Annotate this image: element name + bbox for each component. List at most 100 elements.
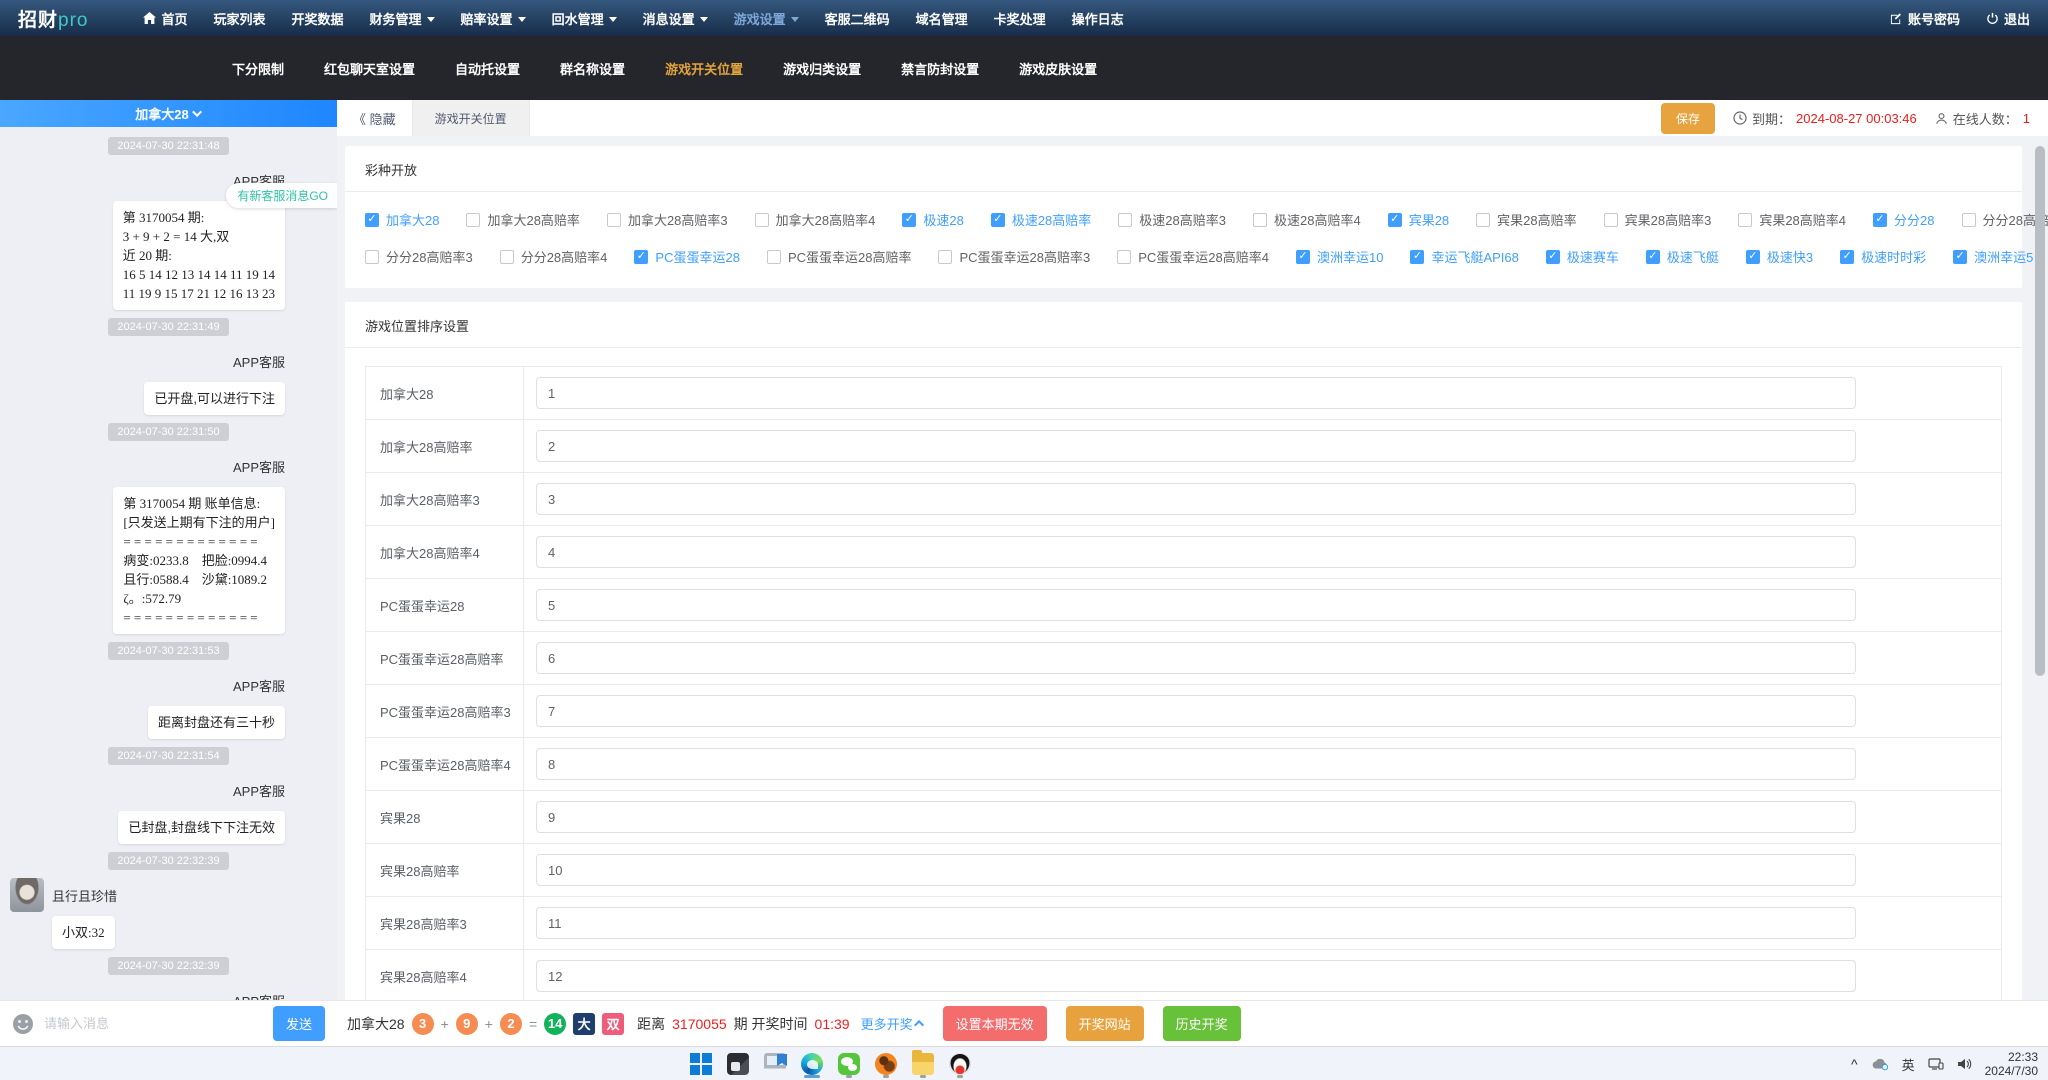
lottery-checkbox-加拿大28高赔率[interactable]: 加拿大28高赔率 <box>466 210 579 229</box>
lottery-checkbox-极速28高赔率[interactable]: ✓ 极速28高赔率 <box>991 210 1091 229</box>
sub-menu-item-游戏皮肤设置[interactable]: 游戏皮肤设置 <box>1019 59 1097 78</box>
sort-order-input[interactable] <box>536 377 1856 409</box>
lottery-checkbox-宾果28高赔率3[interactable]: 宾果28高赔率3 <box>1604 210 1712 229</box>
lottery-checkbox-澳洲幸运10[interactable]: ✓ 澳洲幸运10 <box>1296 247 1383 266</box>
send-button[interactable]: 发送 <box>273 1006 325 1041</box>
sort-order-input[interactable] <box>536 854 1856 886</box>
new-message-notice[interactable]: 有新客服消息GO <box>226 183 337 208</box>
onedrive-icon[interactable] <box>1871 1057 1889 1071</box>
taskbar-task-view[interactable] <box>725 1049 751 1079</box>
top-menu-item-卡奖处理[interactable]: 卡奖处理 <box>994 9 1046 28</box>
top-menu-item-操作日志[interactable]: 操作日志 <box>1072 9 1124 28</box>
sort-row-label: 加拿大28高赔率4 <box>366 526 524 578</box>
chevron-down-icon <box>791 17 799 22</box>
sort-order-input[interactable] <box>536 695 1856 727</box>
lottery-checkbox-宾果28高赔率4[interactable]: 宾果28高赔率4 <box>1738 210 1846 229</box>
sub-menu-item-游戏开关位置[interactable]: 游戏开关位置 <box>665 59 743 78</box>
lottery-checkbox-PC蛋蛋幸运28[interactable]: ✓ PC蛋蛋幸运28 <box>634 247 740 266</box>
lottery-checkbox-分分28高赔率4[interactable]: 分分28高赔率4 <box>500 247 608 266</box>
lottery-checkbox-澳洲幸运5[interactable]: ✓ 澳洲幸运5 <box>1953 247 2033 266</box>
checkbox-icon: ✓ <box>1546 250 1560 264</box>
lottery-checkbox-宾果28[interactable]: ✓ 宾果28 <box>1388 210 1449 229</box>
lottery-checkbox-极速快3[interactable]: ✓ 极速快3 <box>1746 247 1813 266</box>
tab-game-switch-position[interactable]: 游戏开关位置 <box>412 100 530 136</box>
edit-icon <box>1890 12 1903 25</box>
sort-order-input[interactable] <box>536 748 1856 780</box>
taskbar-browser[interactable] <box>873 1049 899 1079</box>
top-menu-item-开奖数据[interactable]: 开奖数据 <box>292 9 344 28</box>
lottery-checkbox-加拿大28高赔率3[interactable]: 加拿大28高赔率3 <box>607 210 728 229</box>
draw-website-button[interactable]: 开奖网站 <box>1066 1006 1144 1041</box>
volume-icon[interactable] <box>1957 1057 1972 1071</box>
top-menu-item-财务管理[interactable]: 财务管理 <box>370 9 435 28</box>
lottery-checkbox-分分28高赔率3[interactable]: 分分28高赔率3 <box>365 247 473 266</box>
lottery-checkbox-极速时时彩[interactable]: ✓ 极速时时彩 <box>1840 247 1926 266</box>
top-menu-item-label: 客服二维码 <box>825 9 890 28</box>
sort-order-input[interactable] <box>536 589 1856 621</box>
top-menu-item-消息设置[interactable]: 消息设置 <box>643 9 708 28</box>
sub-menu-item-红包聊天室设置[interactable]: 红包聊天室设置 <box>324 59 415 78</box>
lottery-checkbox-极速28[interactable]: ✓ 极速28 <box>902 210 963 229</box>
sub-menu-item-下分限制[interactable]: 下分限制 <box>232 59 284 78</box>
hide-sidebar-button[interactable]: 《 隐藏 <box>337 100 412 136</box>
more-draws-link[interactable]: 更多开奖 <box>861 1014 924 1033</box>
lottery-checkbox-label: 澳洲幸运5 <box>1974 247 2033 266</box>
top-menu-item-域名管理[interactable]: 域名管理 <box>916 9 968 28</box>
result-double-badge: 双 <box>602 1013 624 1035</box>
lottery-checkbox-幸运飞艇API68[interactable]: ✓ 幸运飞艇API68 <box>1410 247 1518 266</box>
taskbar-edge-browser[interactable] <box>799 1049 825 1079</box>
top-menu-item-首页[interactable]: 首页 <box>143 9 187 28</box>
top-menu-item-游戏设置[interactable]: 游戏设置 <box>734 9 799 28</box>
sort-order-input[interactable] <box>536 907 1856 939</box>
lottery-checkbox-极速飞艇[interactable]: ✓ 极速飞艇 <box>1646 247 1719 266</box>
sort-order-input[interactable] <box>536 430 1856 462</box>
logout-button[interactable]: 退出 <box>1986 9 2030 28</box>
top-menu-item-玩家列表[interactable]: 玩家列表 <box>214 9 266 28</box>
taskbar-windows-start[interactable] <box>688 1049 714 1079</box>
lottery-checkbox-PC蛋蛋幸运28高赔率3[interactable]: PC蛋蛋幸运28高赔率3 <box>938 247 1090 266</box>
top-menu-item-赔率设置[interactable]: 赔率设置 <box>461 9 526 28</box>
lottery-checkbox-分分28[interactable]: ✓ 分分28 <box>1873 210 1934 229</box>
top-menu-item-回水管理[interactable]: 回水管理 <box>552 9 617 28</box>
sort-order-input[interactable] <box>536 801 1856 833</box>
save-button[interactable]: 保存 <box>1661 103 1715 134</box>
sort-order-input[interactable] <box>536 536 1856 568</box>
taskbar-wechat[interactable] <box>836 1049 862 1079</box>
lottery-checkbox-PC蛋蛋幸运28高赔率4[interactable]: PC蛋蛋幸运28高赔率4 <box>1117 247 1269 266</box>
lottery-checkbox-加拿大28[interactable]: ✓ 加拿大28 <box>365 210 439 229</box>
lottery-checkbox-极速28高赔率3[interactable]: 极速28高赔率3 <box>1118 210 1226 229</box>
invalidate-period-button[interactable]: 设置本期无效 <box>943 1006 1047 1041</box>
taskbar-pc-manager[interactable] <box>762 1049 788 1079</box>
network-icon[interactable] <box>1928 1057 1944 1071</box>
vertical-scrollbar[interactable] <box>2035 146 2045 676</box>
show-hidden-icons-button[interactable]: ^ <box>1851 1056 1858 1072</box>
lottery-checkbox-极速赛车[interactable]: ✓ 极速赛车 <box>1546 247 1619 266</box>
taskbar-clock[interactable]: 22:33 2024/7/30 <box>1985 1050 2038 1078</box>
lottery-checkbox-PC蛋蛋幸运28高赔率[interactable]: PC蛋蛋幸运28高赔率 <box>767 247 912 266</box>
sub-menu-item-游戏归类设置[interactable]: 游戏归类设置 <box>783 59 861 78</box>
history-draws-button[interactable]: 历史开奖 <box>1163 1006 1241 1041</box>
chat-room-selector[interactable]: 加拿大28 <box>0 100 337 127</box>
lottery-checkbox-area: ✓ 加拿大28 加拿大28高赔率 加拿大28高赔率3 加拿大28高赔率4 ✓ 极… <box>345 192 2022 288</box>
lottery-checkbox-极速28高赔率4[interactable]: 极速28高赔率4 <box>1253 210 1361 229</box>
taskbar-file-explorer[interactable] <box>910 1049 936 1079</box>
sort-order-input[interactable] <box>536 483 1856 515</box>
result-big-badge: 大 <box>573 1013 595 1035</box>
lottery-checkbox-宾果28高赔率[interactable]: 宾果28高赔率 <box>1476 210 1576 229</box>
sort-table-row: 加拿大28高赔率3 <box>366 473 2001 526</box>
account-password-button[interactable]: 账号密码 <box>1890 9 1960 28</box>
sub-menu-item-自动托设置[interactable]: 自动托设置 <box>455 59 520 78</box>
top-menu-item-label: 域名管理 <box>916 9 968 28</box>
emoji-icon[interactable] <box>12 1013 34 1035</box>
sub-menu-item-群名称设置[interactable]: 群名称设置 <box>560 59 625 78</box>
lottery-checkbox-加拿大28高赔率4[interactable]: 加拿大28高赔率4 <box>755 210 876 229</box>
sort-order-input[interactable] <box>536 642 1856 674</box>
chat-message-input[interactable] <box>44 1016 263 1031</box>
ime-indicator[interactable]: 英 <box>1902 1055 1915 1074</box>
lottery-result-bar: 加拿大28 3 + 9 + 2 = 14 大 双 距离 3170055 期 开奖… <box>337 1006 1241 1041</box>
sub-menu-item-禁言防封设置[interactable]: 禁言防封设置 <box>901 59 979 78</box>
sort-order-input[interactable] <box>536 960 1856 992</box>
taskbar-qq[interactable] <box>947 1049 973 1079</box>
top-menu-item-客服二维码[interactable]: 客服二维码 <box>825 9 890 28</box>
chat-sender-name: 且行且珍惜 <box>52 886 117 905</box>
